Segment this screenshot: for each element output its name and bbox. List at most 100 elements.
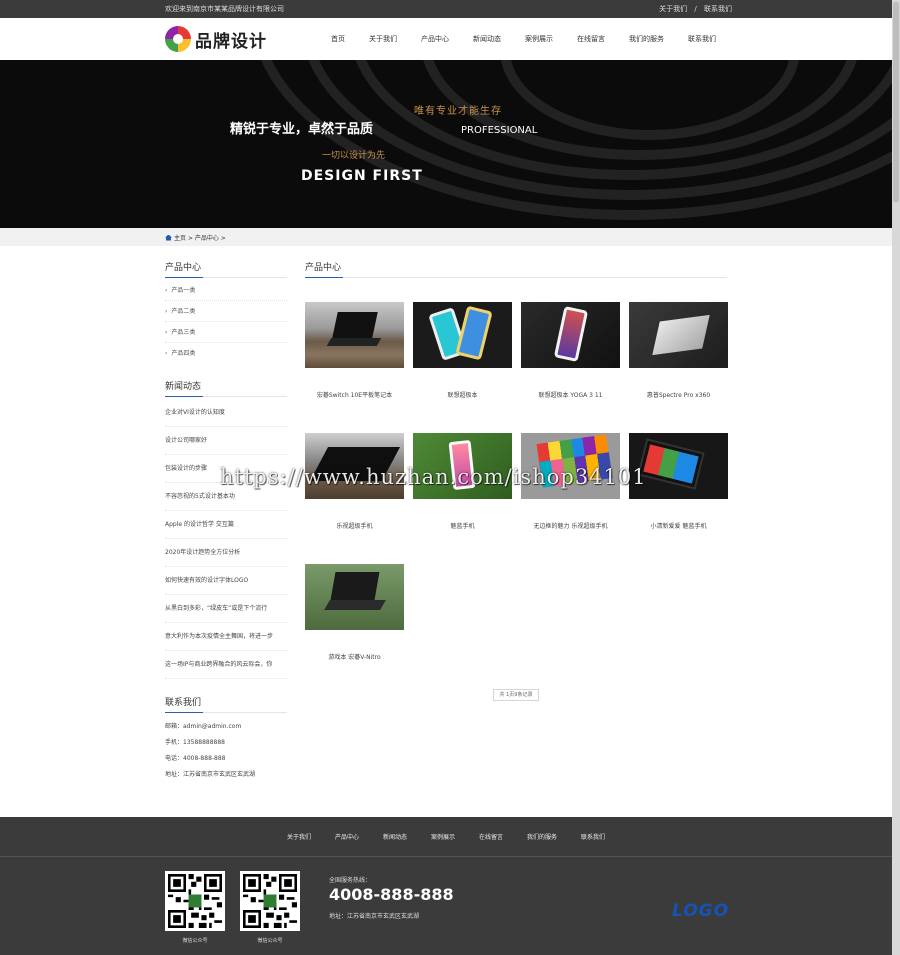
- nav-item-message[interactable]: 在线留言: [577, 34, 605, 44]
- pagination-summary: 共 1页9条记录: [493, 689, 539, 701]
- page-scrollbar[interactable]: [892, 0, 900, 955]
- product-card[interactable]: 联想超极本: [413, 302, 512, 399]
- site-header: 品牌设计 首页 关于我们 产品中心 新闻动态 案例展示 在线留言 我们的服务 联…: [0, 18, 892, 60]
- category-item[interactable]: › 产品一类: [165, 280, 287, 301]
- news-item[interactable]: 设计公司哪家好: [165, 427, 287, 455]
- qr-caption: 微信公众号: [182, 938, 208, 944]
- footer-address: 地址：江苏省南京市玄武区玄武湖: [329, 913, 420, 920]
- contact-mobile: 手机：13588888888: [165, 739, 225, 746]
- watermark-url: https://www.huzhan.com/ishop34101: [220, 465, 647, 489]
- product-name[interactable]: 魅蓝手机: [413, 521, 512, 530]
- top-links: 关于我们 / 联系我们: [654, 4, 732, 14]
- news-item[interactable]: 企业对VI设计的认知度: [165, 399, 287, 427]
- sidebar: 产品中心 › 产品一类 › 产品二类 › 产品三类 › 产品四类 新闻动态 企业对VI设…: [165, 260, 287, 783]
- scrollbar-thumb[interactable]: [893, 2, 899, 202]
- nav-item-news[interactable]: 新闻动态: [473, 34, 501, 44]
- product-name[interactable]: 惠普Spectre Pro x360: [629, 390, 728, 399]
- category-label: 产品二类: [171, 308, 196, 315]
- footer-nav-about[interactable]: 关于我们: [287, 832, 311, 841]
- sidebar-products-title: 产品中心: [165, 260, 287, 278]
- nav-item-products[interactable]: 产品中心: [421, 34, 449, 44]
- category-label: 产品三类: [171, 329, 196, 336]
- footer-nav-news[interactable]: 新闻动态: [383, 832, 407, 841]
- category-item[interactable]: › 产品四类: [165, 343, 287, 364]
- banner-tagline: 唯有专业才能生存: [414, 106, 502, 117]
- hero-banner: 唯有专业才能生存 精锐于专业，卓然于品质 PROFESSIONAL 一切以设计为…: [0, 60, 892, 228]
- hotline-number: 4008-888-888: [329, 885, 454, 904]
- breadcrumb-text[interactable]: 主页 > 产品中心 >: [174, 233, 226, 242]
- welcome-text: 欢迎来到南京市某某品牌设计有限公司: [165, 5, 284, 13]
- nav-item-cases[interactable]: 案例展示: [525, 34, 553, 44]
- footer-nav-cases[interactable]: 案例展示: [431, 832, 455, 841]
- product-name[interactable]: 联想超极本 YOGA 3 11: [521, 390, 620, 399]
- chevron-right-icon: ›: [165, 329, 168, 336]
- contact-address: 地址：江苏省南京市玄武区玄武湖: [165, 771, 256, 778]
- product-name[interactable]: 小清新爱爱 魅蓝手机: [629, 521, 728, 530]
- contact-phone: 电话：4008-888-888: [165, 755, 226, 762]
- main-nav: 首页 关于我们 产品中心 新闻动态 案例展示 在线留言 我们的服务 联系我们: [307, 18, 716, 60]
- product-section-title: 产品中心: [305, 260, 727, 278]
- top-link-about[interactable]: 关于我们: [659, 5, 687, 13]
- chevron-right-icon: ›: [165, 308, 168, 315]
- top-bar: 欢迎来到南京市某某品牌设计有限公司 关于我们 / 联系我们: [0, 0, 900, 18]
- footer-logo[interactable]: LOGO: [672, 901, 729, 921]
- contact-block: 邮箱：admin@admin.com 手机：13588888888 电话：400…: [165, 719, 287, 783]
- category-label: 产品一类: [171, 287, 196, 294]
- product-name[interactable]: 游戏本 宏碁V-Nitro: [305, 652, 404, 661]
- banner-english-1: PROFESSIONAL: [461, 125, 538, 136]
- news-item[interactable]: 2020年设计趋势全方位分析: [165, 539, 287, 567]
- news-item[interactable]: 意大利作为本次疫情全主舞国，将进一步: [165, 623, 287, 651]
- product-card[interactable]: 宏碁Switch 10E平板笔记本: [305, 302, 404, 399]
- banner-subline: 一切以设计为先: [322, 151, 386, 161]
- qr-code-2: 微信公众号: [240, 871, 300, 944]
- footer-nav-products[interactable]: 产品中心: [335, 832, 359, 841]
- hotline-label: 全国服务热线：: [329, 877, 372, 884]
- nav-item-home[interactable]: 首页: [331, 34, 345, 44]
- product-section: 产品中心 宏碁Switch 10E平板笔记本 联想超极本 联想超极本 YOGA …: [305, 260, 728, 661]
- chevron-right-icon: ›: [165, 287, 168, 294]
- product-card[interactable]: 游戏本 宏碁V-Nitro: [305, 564, 404, 661]
- banner-english-2: DESIGN FIRST: [301, 168, 423, 184]
- news-item[interactable]: Apple 的设计哲学 交互篇: [165, 511, 287, 539]
- nav-item-services[interactable]: 我们的服务: [629, 34, 664, 44]
- nav-item-contact[interactable]: 联系我们: [688, 34, 716, 44]
- footer-nav: 关于我们 产品中心 新闻动态 案例展示 在线留言 我们的服务 联系我们: [0, 817, 892, 857]
- product-image-laptop-on-bench[interactable]: [305, 302, 404, 368]
- news-item[interactable]: 如何快速有效的设计字体LOGO: [165, 567, 287, 595]
- product-name[interactable]: 乐视超级手机: [305, 521, 404, 530]
- category-item[interactable]: › 产品三类: [165, 322, 287, 343]
- qr-code-icon: [168, 874, 222, 928]
- home-icon[interactable]: [165, 234, 172, 241]
- product-image-two-phones[interactable]: [413, 302, 512, 368]
- top-link-contact[interactable]: 联系我们: [704, 5, 732, 13]
- site-logo[interactable]: 品牌设计: [165, 26, 267, 52]
- product-image-silver-laptop[interactable]: [629, 302, 728, 368]
- top-link-separator: /: [694, 5, 697, 13]
- news-item[interactable]: 这一场IP与商业跨界融合的风云际会，你: [165, 651, 287, 679]
- nav-item-about[interactable]: 关于我们: [369, 34, 397, 44]
- product-name[interactable]: 联想超极本: [413, 390, 512, 399]
- product-image-phone-on-wood[interactable]: [521, 302, 620, 368]
- qr-code-1: 微信公众号: [165, 871, 225, 944]
- banner-headline: 精锐于专业，卓然于品质: [230, 122, 374, 137]
- footer-nav-contact[interactable]: 联系我们: [581, 832, 605, 841]
- product-name[interactable]: 无边框的魅力 乐视超级手机: [521, 521, 620, 530]
- page: 欢迎来到南京市某某品牌设计有限公司 关于我们 / 联系我们 品牌设计 首页 关于…: [0, 0, 900, 955]
- breadcrumb: 主页 > 产品中心 >: [0, 228, 892, 246]
- sidebar-news-title: 新闻动态: [165, 379, 287, 397]
- product-image-laptop-in-grass[interactable]: [305, 564, 404, 630]
- product-card[interactable]: 惠普Spectre Pro x360: [629, 302, 728, 399]
- qr-caption: 微信公众号: [257, 938, 283, 944]
- category-item[interactable]: › 产品二类: [165, 301, 287, 322]
- news-item[interactable]: 从黑白到多彩，“绿皮车”或是下个流行: [165, 595, 287, 623]
- chevron-right-icon: ›: [165, 350, 168, 357]
- footer-nav-services[interactable]: 我们的服务: [527, 832, 557, 841]
- contact-email: 邮箱：admin@admin.com: [165, 723, 242, 730]
- footer-nav-message[interactable]: 在线留言: [479, 832, 503, 841]
- qr-code-icon: [243, 874, 297, 928]
- product-card[interactable]: 联想超极本 YOGA 3 11: [521, 302, 620, 399]
- sidebar-contact-title: 联系我们: [165, 695, 287, 713]
- category-label: 产品四类: [171, 350, 196, 357]
- logo-text: 品牌设计: [195, 31, 267, 52]
- product-name[interactable]: 宏碁Switch 10E平板笔记本: [305, 390, 404, 399]
